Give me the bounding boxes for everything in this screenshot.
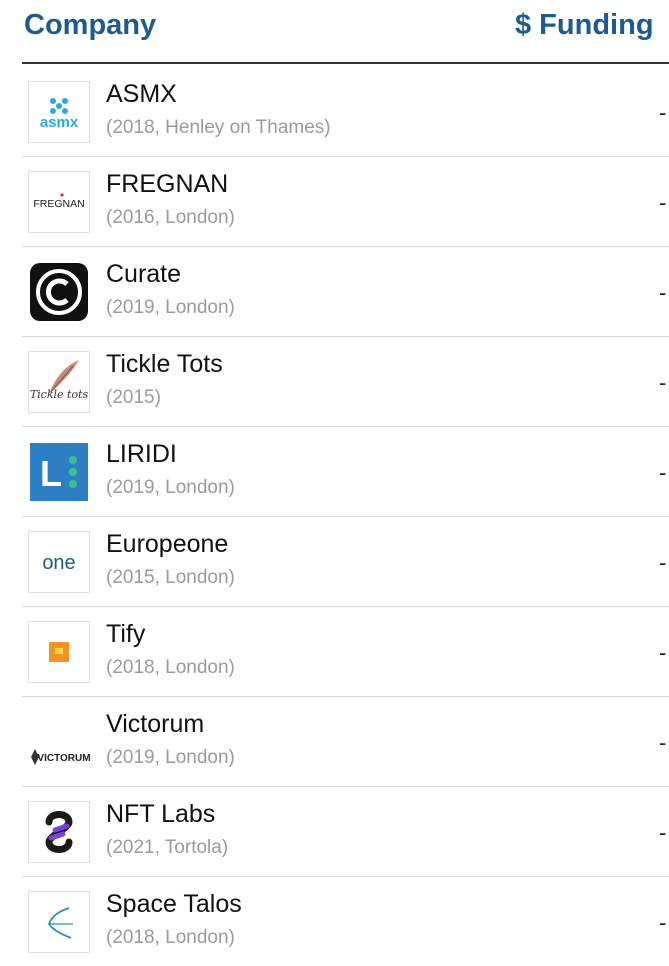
company-meta: (2019, London) — [106, 747, 235, 768]
tify-logo-icon — [28, 621, 90, 683]
table-row[interactable]: FREGNAN FREGNAN (2016, London) - — [22, 157, 669, 247]
company-meta: (2016, London) — [106, 207, 235, 228]
funding-value: - — [659, 190, 667, 215]
company-meta: (2018, Henley on Thames) — [106, 117, 331, 138]
company-column-header[interactable]: Company — [24, 9, 156, 42]
table-row[interactable]: VICTORUM Victorum (2019, London) - — [22, 697, 669, 787]
funding-value: - — [659, 910, 667, 935]
europeone-logo-icon: one — [28, 531, 90, 593]
company-meta: (2019, London) — [106, 477, 235, 498]
svg-text:FREGNAN: FREGNAN — [33, 198, 84, 210]
table-header: Company $ Funding — [0, 0, 669, 62]
svg-text:one: one — [42, 552, 75, 574]
company-meta: (2019, London) — [106, 297, 235, 318]
funding-value: - — [659, 280, 667, 305]
table-row[interactable]: Curate (2019, London) - — [22, 247, 669, 337]
fregnan-logo-icon: FREGNAN — [28, 171, 90, 233]
svg-text:L: L — [40, 453, 62, 494]
funding-value: - — [659, 100, 667, 125]
company-name[interactable]: FREGNAN — [106, 170, 228, 199]
company-name[interactable]: Tify — [106, 620, 145, 649]
company-name[interactable]: ASMX — [106, 80, 177, 109]
funding-value: - — [659, 460, 667, 485]
space-talos-logo-icon — [28, 891, 90, 953]
liridi-logo-icon: L — [28, 441, 90, 503]
svg-text:Tickle tots: Tickle tots — [30, 388, 89, 401]
company-meta: (2018, London) — [106, 927, 235, 948]
table-row[interactable]: asmx ASMX (2018, Henley on Thames) - — [22, 67, 669, 157]
curate-logo-icon — [28, 261, 90, 323]
company-name[interactable]: Tickle Tots — [106, 350, 223, 379]
table-row[interactable]: NFT Labs (2021, Tortola) - — [22, 787, 669, 877]
asmx-logo-icon: asmx — [28, 81, 90, 143]
company-name[interactable]: Curate — [106, 260, 181, 289]
funding-value: - — [659, 640, 667, 665]
table-row[interactable]: one Europeone (2015, London) - — [22, 517, 669, 607]
table-row[interactable]: Tickle tots Tickle Tots (2015) - — [22, 337, 669, 427]
header-divider — [22, 62, 669, 64]
funding-value: - — [659, 370, 667, 395]
company-name[interactable]: Space Talos — [106, 890, 242, 919]
company-list: asmx ASMX (2018, Henley on Thames) - FRE… — [0, 67, 669, 966]
tickle-tots-logo-icon: Tickle tots — [28, 351, 90, 413]
funding-value: - — [659, 730, 667, 755]
company-meta: (2018, London) — [106, 657, 235, 678]
company-name[interactable]: LIRIDI — [106, 440, 177, 469]
table-row[interactable]: Tify (2018, London) - — [22, 607, 669, 697]
company-meta: (2021, Tortola) — [106, 837, 229, 858]
victorum-logo-icon: VICTORUM — [28, 711, 90, 773]
table-row[interactable]: Space Talos (2018, London) - — [22, 877, 669, 966]
svg-text:VICTORUM: VICTORUM — [37, 753, 90, 764]
funding-column-header[interactable]: $ Funding — [515, 9, 654, 42]
company-name[interactable]: Victorum — [106, 710, 204, 739]
company-name[interactable]: Europeone — [106, 530, 228, 559]
table-row[interactable]: L LIRIDI (2019, London) - — [22, 427, 669, 517]
svg-text:asmx: asmx — [40, 114, 79, 131]
company-name[interactable]: NFT Labs — [106, 800, 215, 829]
funding-value: - — [659, 820, 667, 845]
funding-value: - — [659, 550, 667, 575]
company-meta: (2015, London) — [106, 567, 235, 588]
nft-labs-logo-icon — [28, 801, 90, 863]
company-meta: (2015) — [106, 387, 161, 408]
